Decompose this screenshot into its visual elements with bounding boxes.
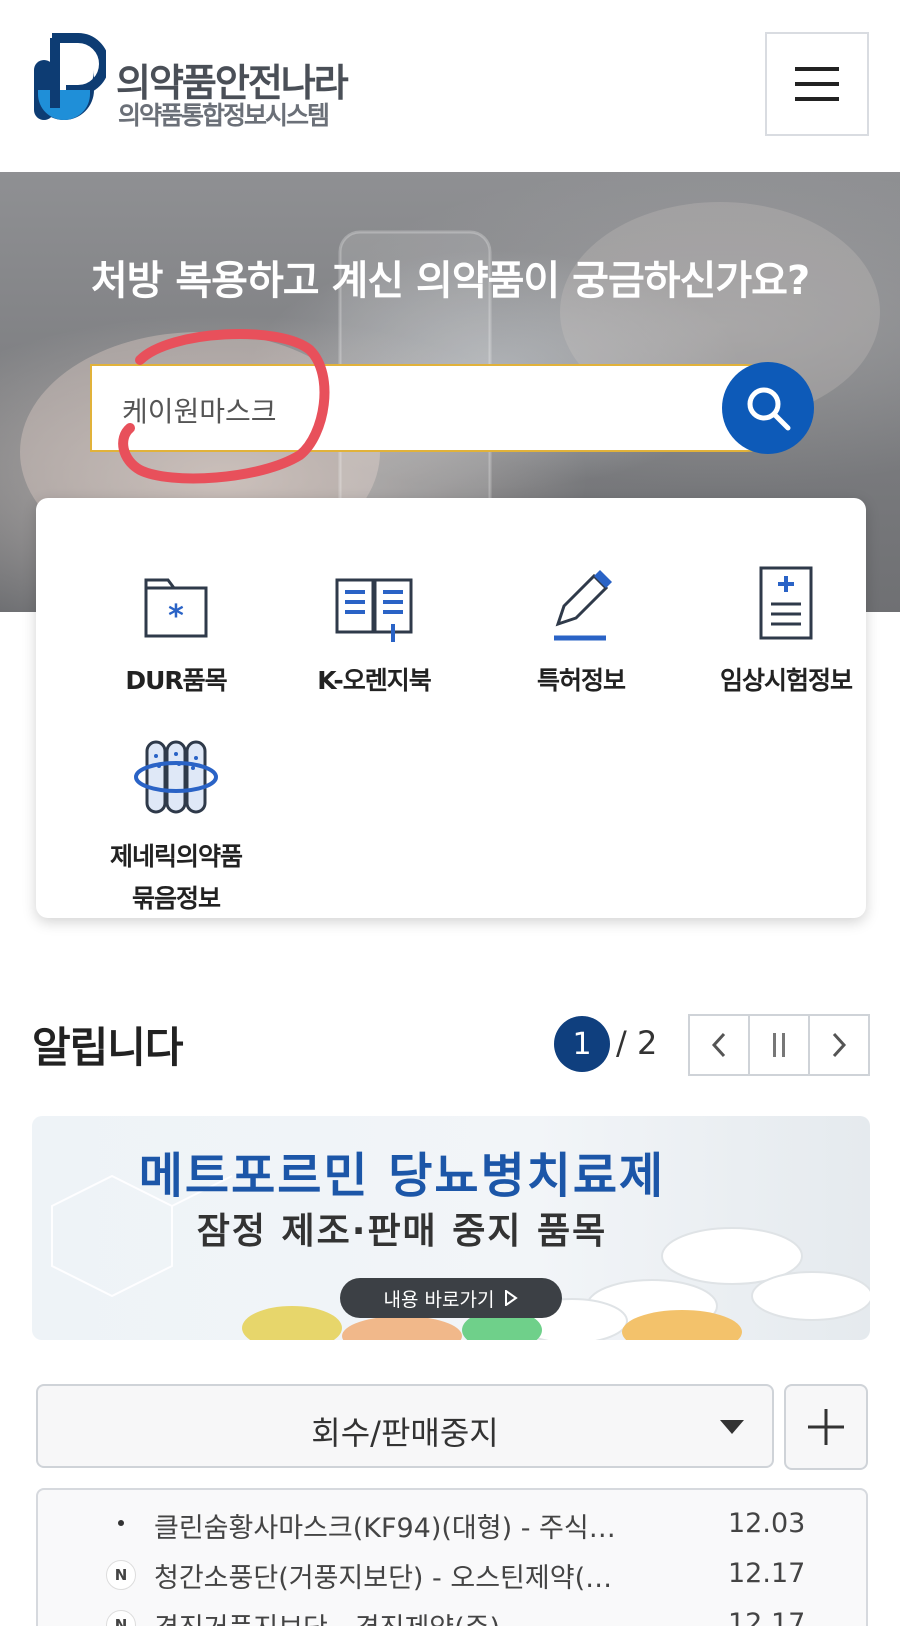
category-select[interactable]: 회수/판매중지 bbox=[36, 1384, 774, 1468]
quick-menu-patent[interactable]: 특허정보 bbox=[481, 558, 681, 702]
notice-banner[interactable]: 메트포르민 당뇨병치료제 잠정 제조·판매 중지 품목 내용 바로가기 bbox=[32, 1116, 870, 1340]
caret-down-icon bbox=[720, 1420, 744, 1434]
folder-asterisk-icon: * bbox=[144, 578, 208, 638]
list-item-date: 12.03 bbox=[728, 1508, 806, 1539]
document-plus-icon bbox=[759, 566, 813, 640]
quick-menu-k-orangebook[interactable]: K-오렌지북 bbox=[274, 558, 474, 702]
new-badge: N bbox=[106, 1610, 136, 1626]
next-button[interactable] bbox=[810, 1016, 868, 1074]
search-button[interactable] bbox=[722, 362, 814, 454]
search-box[interactable] bbox=[90, 364, 790, 452]
hamburger-icon bbox=[795, 67, 839, 101]
more-button[interactable] bbox=[784, 1384, 868, 1470]
menu-button[interactable] bbox=[765, 32, 869, 136]
quick-menu-clinical-trial-label: 임상시험정보 bbox=[719, 666, 853, 695]
logo-icon bbox=[34, 33, 106, 120]
logo-subtitle: 의약품통합정보시스템 bbox=[118, 101, 330, 130]
bullet-icon bbox=[118, 1520, 124, 1526]
quick-menu-dur-label: DUR품목 bbox=[125, 666, 227, 695]
quick-menu-k-orangebook-label: K-오렌지북 bbox=[317, 666, 432, 695]
prev-button[interactable] bbox=[690, 1016, 750, 1074]
list-item-date: 12.17 bbox=[728, 1608, 806, 1626]
banner-headline: 메트포르민 당뇨병치료제 bbox=[138, 1148, 666, 1204]
list-item-title: 경진거풍지보단 - 경진제약(주) bbox=[154, 1606, 654, 1626]
open-book-icon bbox=[335, 578, 413, 642]
quick-menu-generic-drugs-label: 제네릭의약품 묶음정보 bbox=[109, 842, 243, 913]
quick-menu-patent-label: 특허정보 bbox=[536, 666, 626, 695]
pager-total: / 2 bbox=[616, 1024, 658, 1062]
quick-menu-generic-drugs[interactable]: 제네릭의약품 묶음정보 bbox=[76, 734, 276, 920]
pause-icon bbox=[773, 1033, 785, 1057]
banner-link-label: 내용 바로가기 bbox=[383, 1288, 495, 1311]
hero-title: 처방 복용하고 계신 의약품이 궁금하신가요? bbox=[90, 258, 810, 304]
chevron-left-icon bbox=[711, 1032, 726, 1058]
pause-button[interactable] bbox=[750, 1016, 810, 1074]
svg-text:*: * bbox=[168, 599, 184, 634]
quick-menu-clinical-trial[interactable]: 임상시험정보 bbox=[686, 558, 886, 702]
new-badge: N bbox=[106, 1560, 136, 1590]
list-item-title: 클린숨황사마스크(KF94)(대형) - 주식… bbox=[154, 1513, 616, 1544]
search-icon bbox=[747, 387, 791, 431]
list-item-date: 12.17 bbox=[728, 1558, 806, 1589]
list-item-title: 청간소풍단(거풍지보단) - 오스틴제약(… bbox=[154, 1563, 613, 1594]
category-selected-label: 회수/판매중지 bbox=[311, 1414, 499, 1452]
banner-subheadline: 잠정 제조·판매 중지 품목 bbox=[196, 1211, 608, 1252]
notice-list: 클린숨황사마스크(KF94)(대형) - 주식… 12.03 N 청간소풍단(거… bbox=[36, 1488, 868, 1626]
plus-icon bbox=[808, 1409, 844, 1445]
capsules-icon bbox=[134, 740, 218, 814]
list-item[interactable]: 클린숨황사마스크(KF94)(대형) - 주식… 12.03 bbox=[38, 1500, 866, 1550]
site-logo[interactable]: 의약품안전나라 의약품통합정보시스템 bbox=[30, 30, 375, 130]
quick-menu-card: * DUR품목 K-오렌지북 특허정보 임상시험정보 제네릭의약품 묶음정보 bbox=[36, 498, 866, 918]
banner-link-button[interactable]: 내용 바로가기 bbox=[340, 1278, 562, 1318]
pager-current: 1 bbox=[554, 1016, 610, 1072]
quick-menu-dur[interactable]: * DUR품목 bbox=[76, 558, 276, 702]
notice-title: 알립니다 bbox=[32, 1023, 184, 1072]
list-item[interactable]: N 경진거풍지보단 - 경진제약(주) 12.17 bbox=[38, 1600, 866, 1626]
play-triangle-icon bbox=[505, 1290, 519, 1306]
pen-icon bbox=[554, 570, 612, 641]
pager-controls bbox=[688, 1014, 870, 1076]
chevron-right-icon bbox=[832, 1032, 847, 1058]
search-input[interactable] bbox=[122, 390, 682, 430]
header: 의약품안전나라 의약품통합정보시스템 bbox=[0, 0, 900, 172]
list-item[interactable]: N 청간소풍단(거풍지보단) - 오스틴제약(… 12.17 bbox=[38, 1550, 866, 1600]
